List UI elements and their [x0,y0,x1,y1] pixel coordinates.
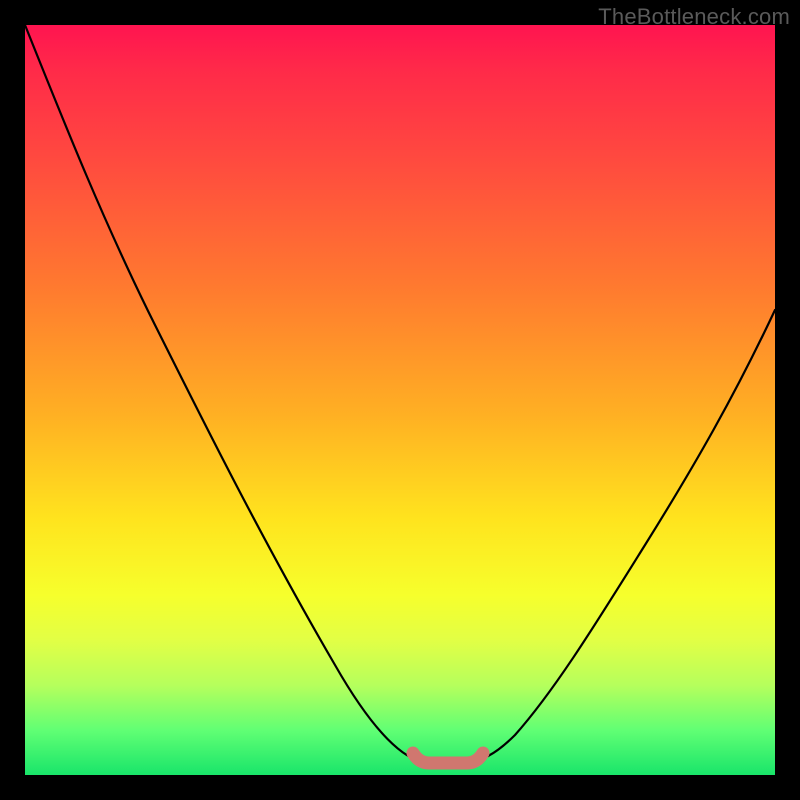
plot-area [25,25,775,775]
optimal-band [413,753,483,763]
bottleneck-curve [25,25,775,762]
chart-frame: TheBottleneck.com [0,0,800,800]
bottleneck-curve-svg [25,25,775,775]
watermark-text: TheBottleneck.com [598,4,790,30]
